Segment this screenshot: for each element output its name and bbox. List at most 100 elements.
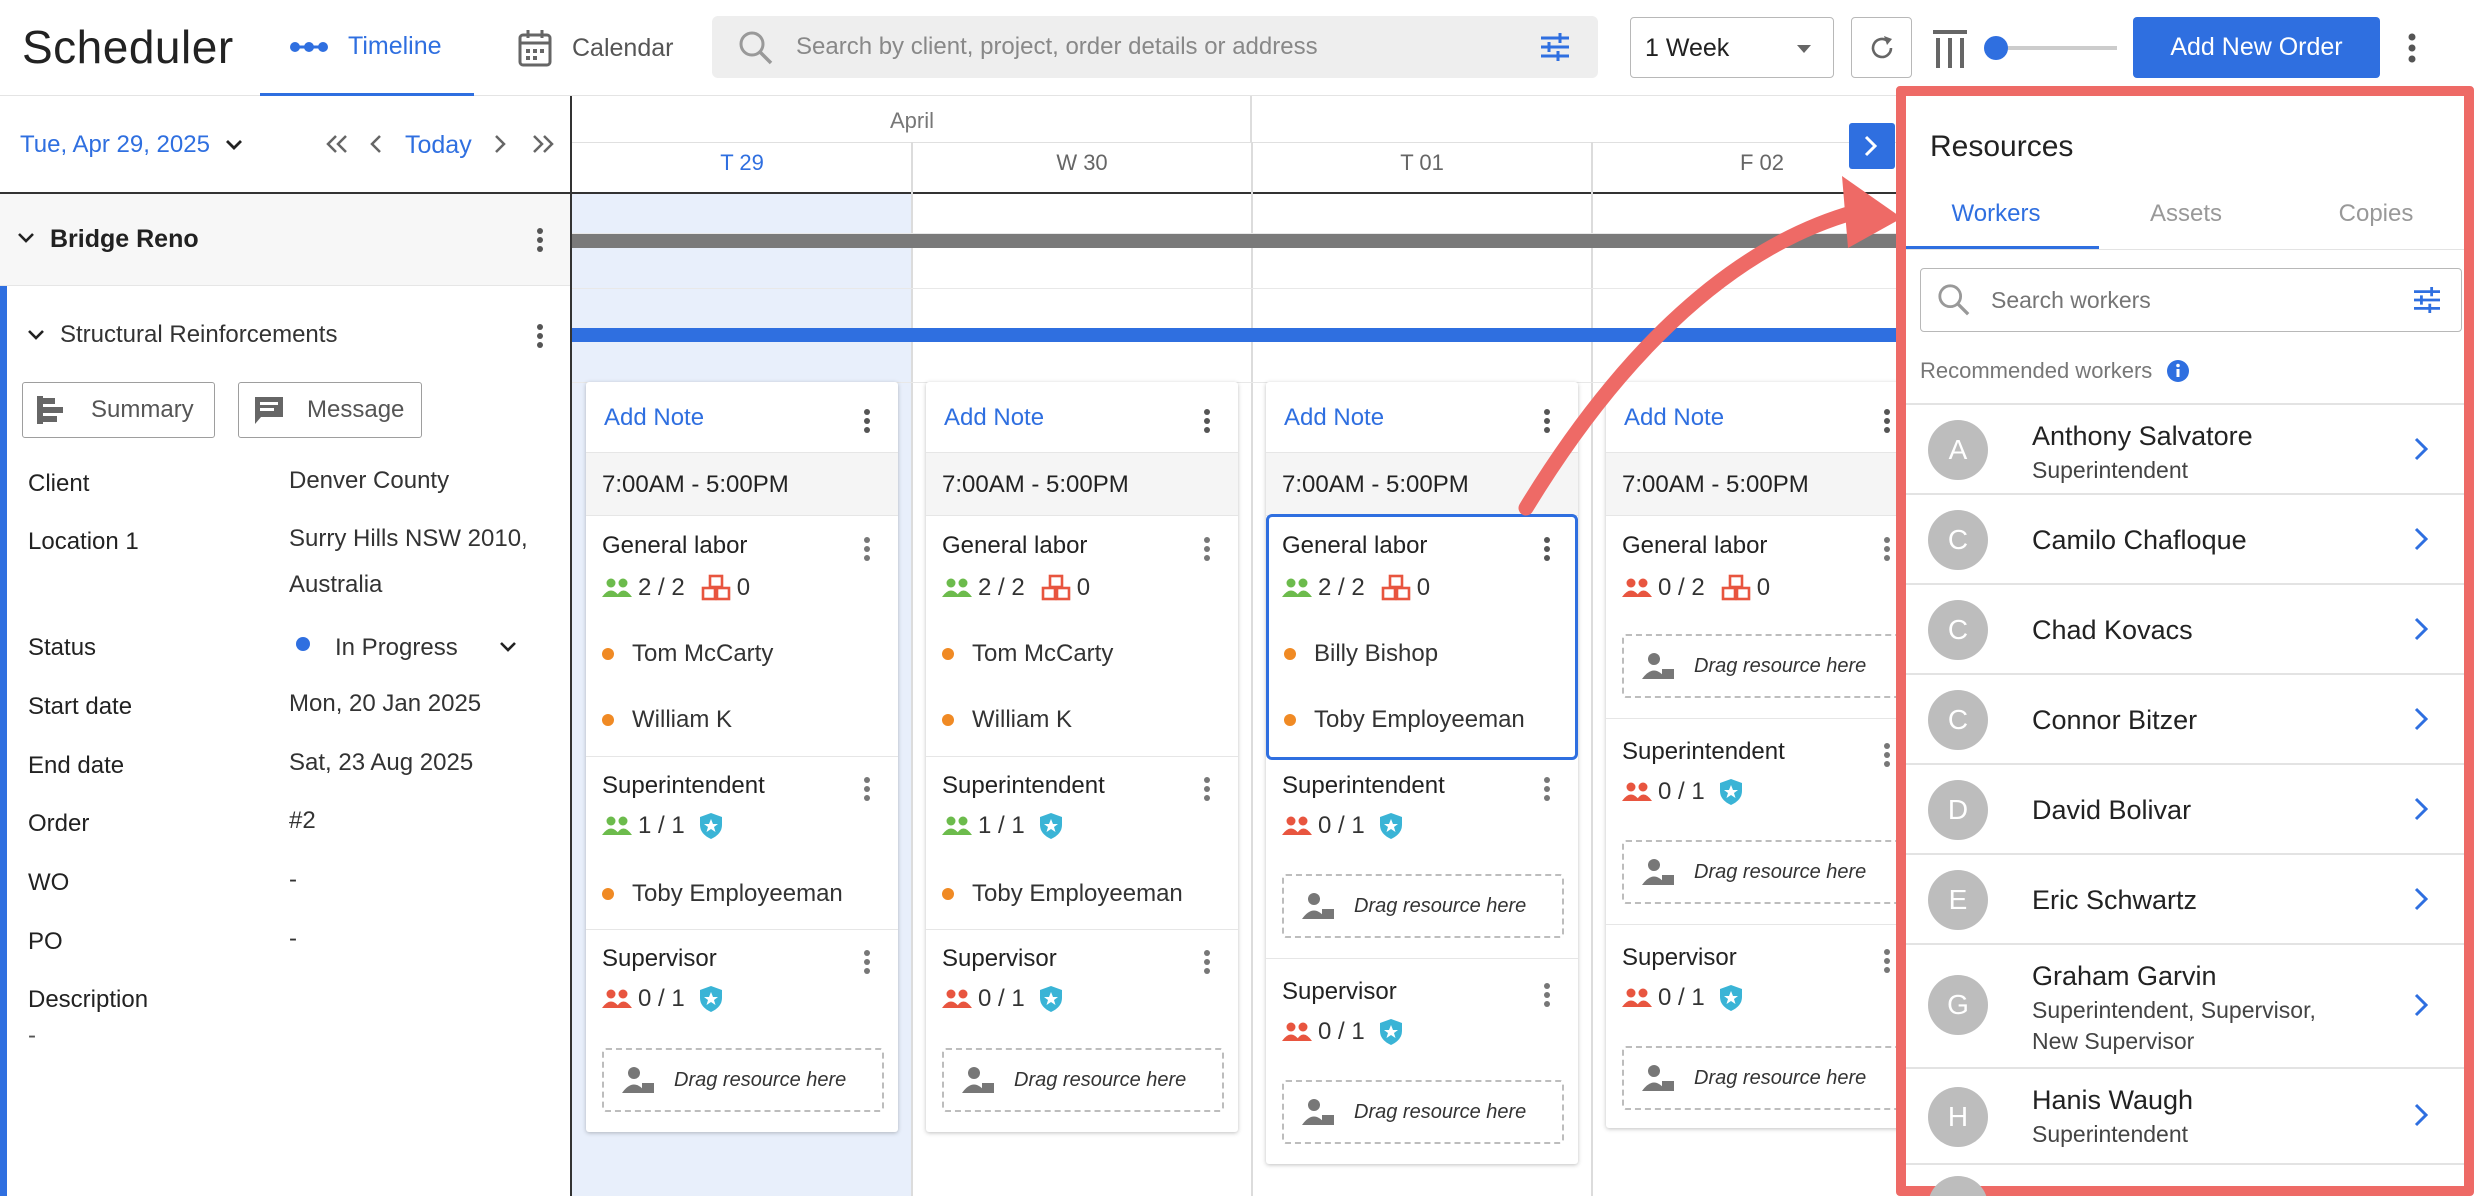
double-chevron-left-icon[interactable] <box>326 134 348 154</box>
chevron-down-icon[interactable] <box>28 330 44 340</box>
add-note-link[interactable]: Add Note <box>1284 404 1384 432</box>
search-input[interactable] <box>796 28 1496 66</box>
chevron-down-icon[interactable] <box>18 233 34 243</box>
assigned-worker[interactable]: Billy Bishop <box>1284 640 1438 668</box>
worker-name: Tom McCarty <box>632 640 774 667</box>
day-header-1[interactable]: W 30 <box>912 150 1252 176</box>
role-title: General labor <box>602 532 748 559</box>
drop-zone[interactable]: Drag resource here <box>1282 874 1564 938</box>
project-bar[interactable] <box>572 234 1902 248</box>
assigned-worker[interactable]: Tom McCarty <box>942 640 1113 668</box>
chevron-left-icon[interactable] <box>370 134 382 154</box>
chevron-right-icon[interactable] <box>494 134 506 154</box>
status-chevron-icon[interactable] <box>500 642 516 652</box>
double-chevron-right-icon[interactable] <box>532 134 554 154</box>
drop-zone[interactable]: Drag resource here <box>602 1048 884 1112</box>
add-note-link[interactable]: Add Note <box>944 404 1044 432</box>
date-picker[interactable]: Tue, Apr 29, 2025 <box>20 131 242 159</box>
recommended-label: Recommended workers <box>1920 358 2153 383</box>
worker-item[interactable]: A Anthony Salvatore Superintendent <box>1906 405 2464 495</box>
start-date-label: Start date <box>28 693 133 720</box>
today-button[interactable]: Today <box>405 131 472 160</box>
add-note-link[interactable]: Add Note <box>1624 404 1724 432</box>
status-value[interactable]: In Progress <box>335 634 458 662</box>
role-title: Supervisor <box>1622 944 1737 971</box>
sub-project-menu-icon[interactable] <box>536 323 544 349</box>
filter-icon[interactable] <box>1540 33 1570 61</box>
zoom-slider-thumb[interactable] <box>1984 36 2008 60</box>
role-title: Supervisor <box>942 945 1057 972</box>
zoom-slider-track[interactable] <box>1995 46 2117 50</box>
drop-zone[interactable]: Drag resource here <box>1622 634 1902 698</box>
more-options-icon[interactable] <box>2408 33 2416 63</box>
role-menu-icon[interactable] <box>1883 742 1891 768</box>
worker-item[interactable]: C Camilo Chafloque <box>1906 495 2464 585</box>
role-menu-icon[interactable] <box>1203 949 1211 975</box>
message-button[interactable]: Message <box>238 382 422 438</box>
worker-count: 0 / 1 <box>942 985 1069 1013</box>
info-icon[interactable] <box>2166 359 2190 383</box>
role-menu-icon[interactable] <box>1543 982 1551 1008</box>
drop-zone[interactable]: Drag resource here <box>1282 1080 1564 1144</box>
assigned-worker[interactable]: Tom McCarty <box>602 640 773 668</box>
drop-zone[interactable]: Drag resource here <box>942 1048 1224 1112</box>
role-menu-icon[interactable] <box>1883 536 1891 562</box>
worker-search-input[interactable] <box>1991 281 2391 319</box>
people-icon <box>1622 988 1652 1007</box>
filter-icon[interactable] <box>2413 287 2441 313</box>
worker-item[interactable]: H Hanis Waugh Superintendent <box>1906 1069 2464 1165</box>
assigned-worker[interactable]: Toby Employeeman <box>602 880 843 908</box>
assigned-worker[interactable]: Toby Employeeman <box>1284 706 1525 734</box>
role-menu-icon[interactable] <box>863 536 871 562</box>
shift-hours: 7:00AM - 5:00PM <box>1266 452 1578 516</box>
assigned-worker[interactable]: Toby Employeeman <box>942 880 1183 908</box>
role-menu-icon[interactable] <box>1883 948 1891 974</box>
summary-button[interactable]: Summary <box>22 382 215 438</box>
add-new-order-button[interactable]: Add New Order <box>2133 17 2380 78</box>
chevron-right-icon <box>2414 993 2428 1017</box>
add-note-link[interactable]: Add Note <box>604 404 704 432</box>
project-menu-icon[interactable] <box>536 227 544 253</box>
role-menu-icon[interactable] <box>1203 776 1211 802</box>
assigned-worker[interactable]: William K <box>942 706 1072 734</box>
avatar: H <box>1928 1087 1988 1147</box>
tab-copies[interactable]: Copies <box>2286 200 2466 228</box>
role-menu-icon[interactable] <box>863 949 871 975</box>
sub-project-bar[interactable] <box>572 328 1902 342</box>
assigned-worker[interactable]: William K <box>602 706 732 734</box>
week-select[interactable]: 1 Week <box>1630 17 1834 78</box>
tab-timeline[interactable]: Timeline <box>260 0 474 96</box>
role-menu-icon[interactable] <box>1543 776 1551 802</box>
drop-zone-label: Drag resource here <box>674 1068 847 1091</box>
columns-icon[interactable] <box>1933 28 1967 70</box>
month-label: April <box>889 108 934 133</box>
card-menu-icon[interactable] <box>1883 408 1891 434</box>
role-menu-icon[interactable] <box>863 776 871 802</box>
worker-item[interactable]: C Chad Kovacs <box>1906 585 2464 675</box>
tab-assets[interactable]: Assets <box>2096 200 2276 228</box>
card-menu-icon[interactable] <box>1543 408 1551 434</box>
card-menu-icon[interactable] <box>1203 408 1211 434</box>
worker-item[interactable]: E Eric Schwartz <box>1906 855 2464 945</box>
refresh-button[interactable] <box>1851 17 1912 78</box>
role-menu-icon[interactable] <box>1543 536 1551 562</box>
worker-name: Graham Garvin <box>2032 961 2217 991</box>
drop-zone[interactable]: Drag resource here <box>1622 1046 1902 1110</box>
worker-count-value: 0 / 1 <box>638 985 685 1012</box>
project-row[interactable]: Bridge Reno <box>0 194 570 286</box>
people-icon <box>1622 578 1652 597</box>
day-header-2[interactable]: T 01 <box>1252 150 1592 176</box>
drop-zone[interactable]: Drag resource here <box>1622 840 1902 904</box>
project-name: Bridge Reno <box>50 225 199 253</box>
search-icon <box>1938 284 1970 316</box>
people-icon <box>1622 782 1652 801</box>
role-menu-icon[interactable] <box>1203 536 1211 562</box>
day-header-0[interactable]: T 29 <box>572 150 912 176</box>
worker-item[interactable]: D David Bolivar <box>1906 765 2464 855</box>
worker-item[interactable]: C Connor Bitzer <box>1906 675 2464 765</box>
scroll-right-button[interactable] <box>1849 123 1895 169</box>
tab-calendar[interactable]: Calendar <box>518 0 673 96</box>
card-menu-icon[interactable] <box>863 408 871 434</box>
worker-item[interactable]: G Graham Garvin Superintendent, Supervis… <box>1906 945 2464 1069</box>
tab-workers[interactable]: Workers <box>1906 200 2086 228</box>
